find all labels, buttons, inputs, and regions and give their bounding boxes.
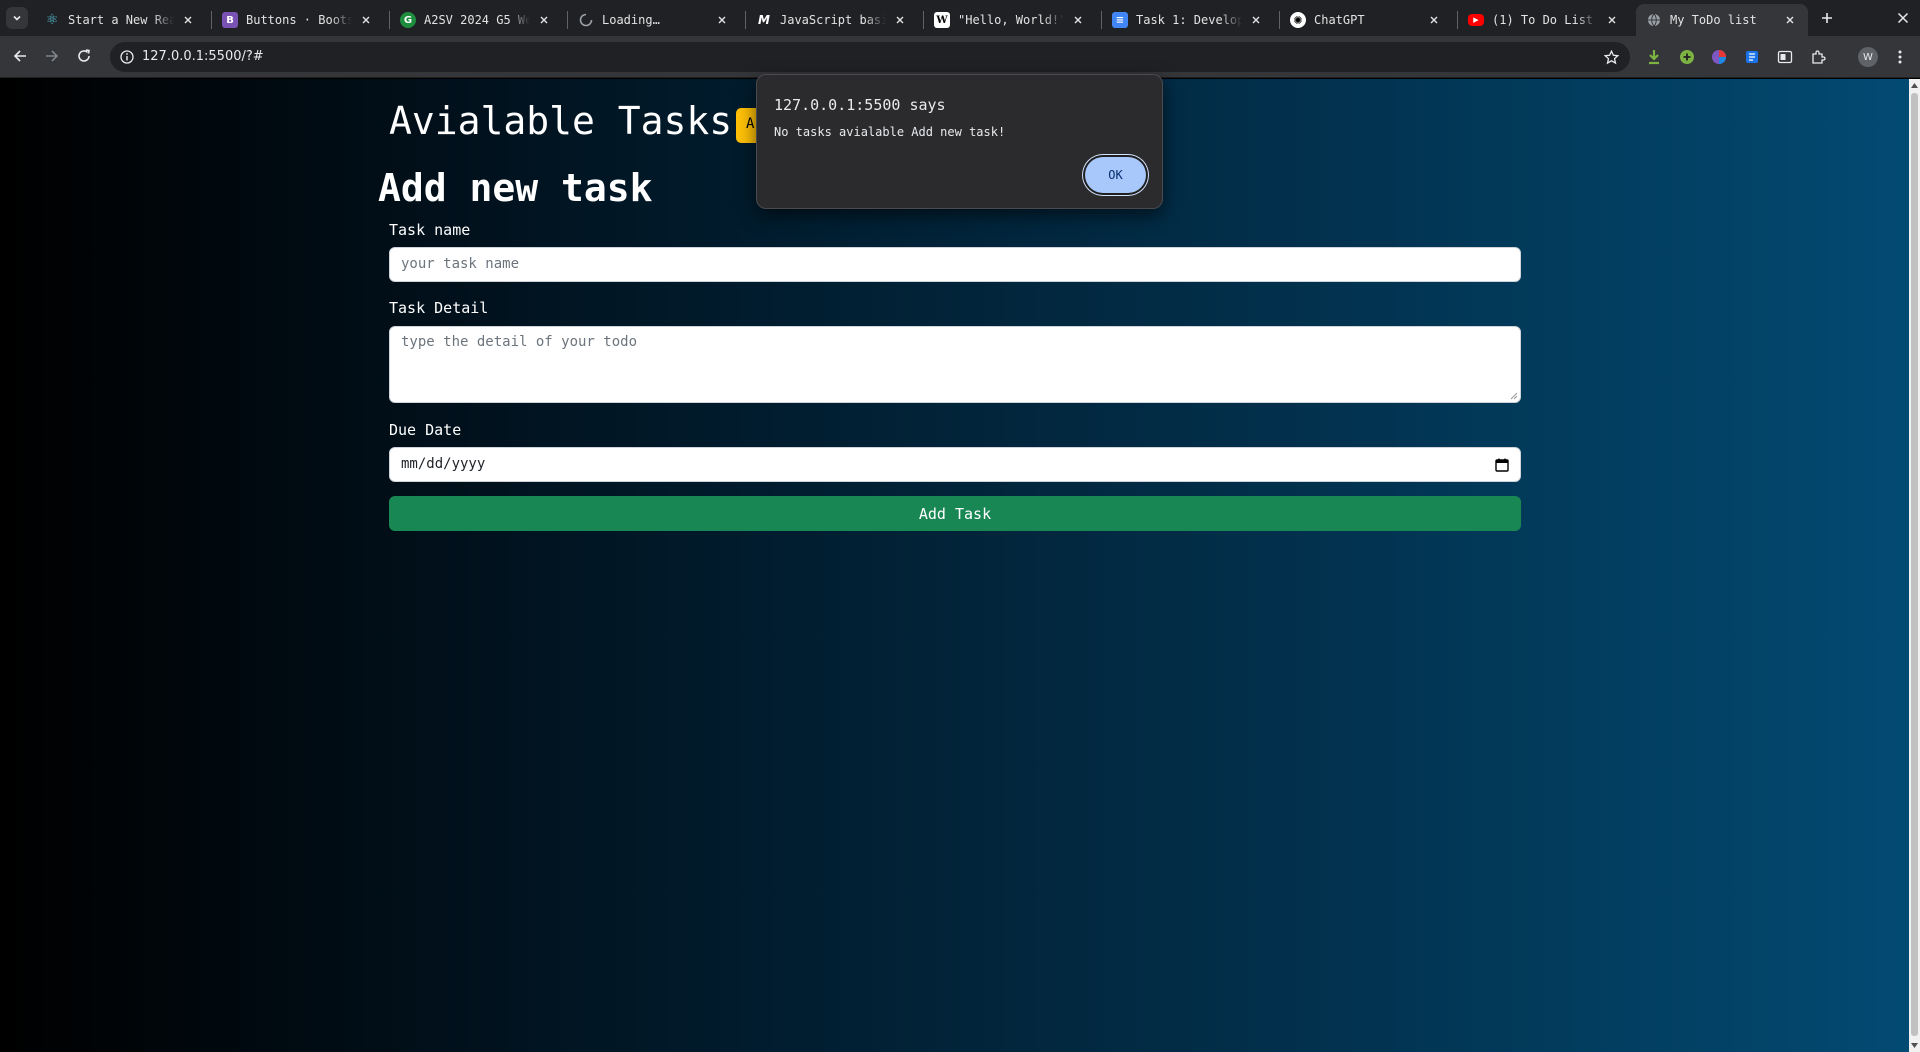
close-icon[interactable] [1070, 12, 1086, 28]
alert-origin-title: 127.0.0.1:5500 says [774, 96, 946, 114]
tab-react[interactable]: ⚛ Start a New React [34, 4, 206, 36]
profile-avatar[interactable]: W [1858, 47, 1878, 67]
reload-button[interactable] [73, 45, 95, 67]
more-vertical-icon [1898, 50, 1902, 64]
loading-spinner-icon [578, 12, 594, 28]
bootstrap-icon: B [222, 12, 238, 28]
devtools-extension-icon[interactable] [1775, 47, 1795, 67]
forward-button[interactable] [41, 45, 63, 67]
scroll-down-arrow-icon[interactable] [1910, 1041, 1919, 1050]
task-detail-textarea[interactable]: type the detail of your todo [389, 326, 1521, 403]
bookmark-star-icon[interactable] [1602, 48, 1620, 66]
page-scrollbar[interactable] [1909, 79, 1920, 1052]
tab-loading[interactable]: Loading… [568, 4, 740, 36]
close-icon[interactable] [180, 12, 196, 28]
new-tab-button[interactable] [1815, 8, 1839, 28]
react-icon: ⚛ [45, 12, 59, 28]
tab-search-button[interactable] [6, 7, 28, 29]
site-info-icon[interactable] [118, 48, 136, 66]
color-wheel-extension-icon[interactable] [1709, 47, 1729, 67]
url-text: 127.0.0.1:5500/?# [142, 49, 264, 64]
task-name-label: Task name [389, 221, 471, 239]
tab-google-docs[interactable]: ≡ Task 1: Developing [1102, 4, 1274, 36]
tab-bootstrap[interactable]: B Buttons · Bootstrap [212, 4, 384, 36]
plus-circle-extension-icon[interactable] [1677, 47, 1697, 67]
chatgpt-icon: ✺ [1290, 12, 1306, 28]
task-name-input[interactable]: your task name [389, 247, 1521, 282]
form-title: Add new task [378, 166, 653, 210]
wikipedia-icon: W [934, 12, 950, 28]
tab-youtube[interactable]: ▶ (1) To Do List with [1458, 4, 1630, 36]
tab-my-todo-list[interactable]: My ToDo list [1636, 4, 1808, 36]
tab-mdn[interactable]: M JavaScript basics [746, 4, 918, 36]
page-viewport: Avialable Tasks A Add new task Task name… [0, 79, 1909, 1052]
close-icon[interactable] [714, 12, 730, 28]
close-icon [1897, 12, 1909, 24]
reload-icon [78, 49, 90, 62]
download-extension-icon[interactable] [1644, 47, 1664, 67]
plus-icon [1822, 13, 1832, 23]
close-icon[interactable] [358, 12, 374, 28]
arrow-right-icon [46, 50, 59, 62]
browser-toolbar: 127.0.0.1:5500/?# W [0, 36, 1920, 78]
chevron-down-icon [13, 15, 21, 21]
due-date-label: Due Date [389, 421, 462, 439]
close-icon[interactable] [892, 12, 908, 28]
scroll-up-arrow-icon[interactable] [1910, 81, 1919, 90]
mdn-icon: M [758, 13, 770, 27]
close-icon[interactable] [536, 12, 552, 28]
youtube-icon: ▶ [1468, 14, 1484, 26]
tab-wikipedia[interactable]: W "Hello, World!" prog [924, 4, 1096, 36]
reader-extension-icon[interactable] [1742, 47, 1762, 67]
window-close-button[interactable] [1893, 8, 1913, 28]
address-bar[interactable]: 127.0.0.1:5500/?# [110, 42, 1630, 72]
arrow-left-icon [13, 50, 26, 62]
close-icon[interactable] [1426, 12, 1442, 28]
google-docs-icon: ≡ [1112, 12, 1128, 28]
google-classroom-icon: G [400, 12, 416, 28]
resize-grip-icon[interactable] [1510, 392, 1518, 400]
page-title: Avialable Tasks [389, 99, 733, 143]
due-date-value: mm/dd/yyyy [401, 456, 486, 472]
task-detail-placeholder: type the detail of your todo [401, 334, 638, 350]
back-button[interactable] [9, 45, 31, 67]
close-icon[interactable] [1248, 12, 1264, 28]
scrollbar-thumb[interactable] [1911, 93, 1918, 1036]
tab-a2sv[interactable]: G A2SV 2024 G5 Web D [390, 4, 562, 36]
close-icon[interactable] [1782, 12, 1798, 28]
alert-dialog: 127.0.0.1:5500 says No tasks avialable A… [756, 74, 1163, 209]
tab-strip: ⚛ Start a New React B Buttons · Bootstra… [0, 0, 1920, 36]
add-task-button[interactable]: Add Task [389, 496, 1521, 531]
close-icon[interactable] [1604, 12, 1620, 28]
extensions-puzzle-icon[interactable] [1808, 47, 1828, 67]
alert-ok-button[interactable]: OK [1085, 157, 1146, 193]
due-date-input[interactable]: mm/dd/yyyy [389, 447, 1521, 482]
alert-message: No tasks avialable Add new task! [774, 125, 1006, 139]
calendar-icon[interactable] [1494, 457, 1510, 473]
globe-icon [1646, 12, 1662, 28]
tab-chatgpt[interactable]: ✺ ChatGPT [1280, 4, 1452, 36]
task-detail-label: Task Detail [389, 299, 489, 317]
browser-menu-button[interactable] [1892, 47, 1908, 67]
